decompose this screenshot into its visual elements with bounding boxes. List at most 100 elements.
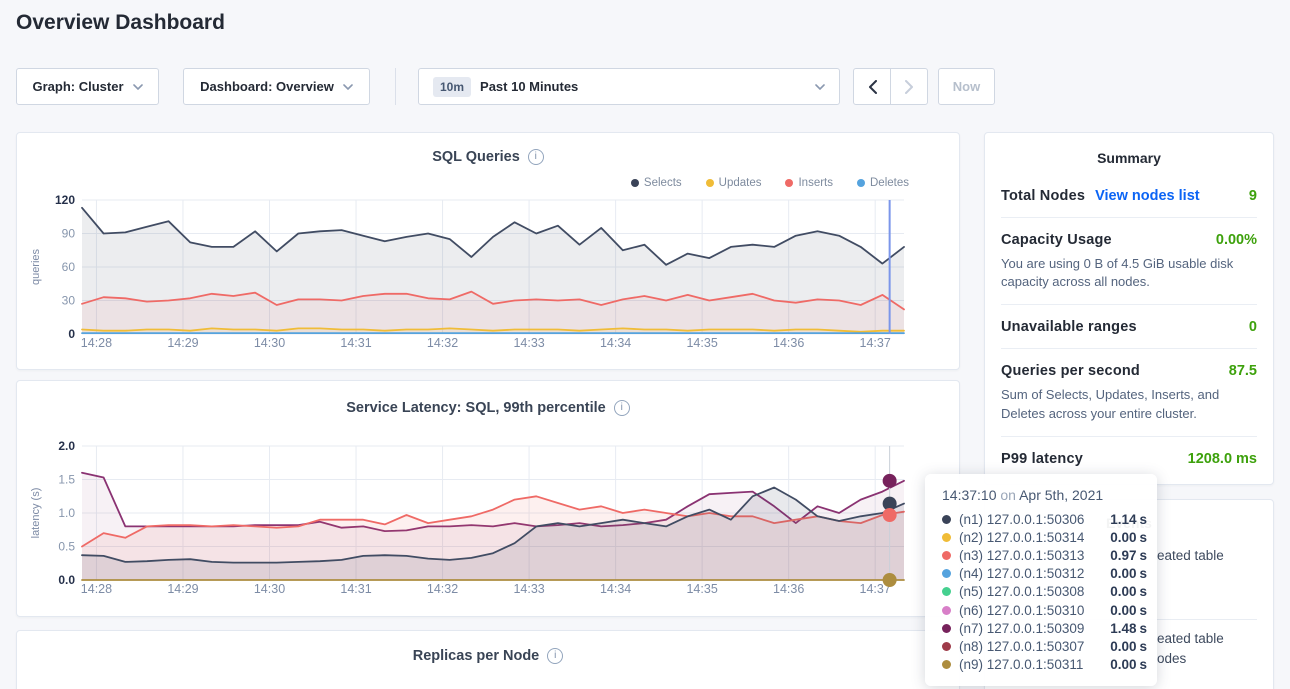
graph-selector-label: Graph: Cluster [32,79,123,94]
overview-dashboard-page: Overview Dashboard Graph: Cluster Dashbo… [0,0,1290,689]
sql-queries-chart[interactable]: 030609012014:2814:2914:3014:3114:3214:33… [17,195,961,355]
svg-text:0.5: 0.5 [58,540,75,554]
node-dot-icon [942,660,951,669]
controls-divider [395,68,396,105]
unavailable-ranges-value: 0 [1249,319,1257,335]
time-window-dropdown[interactable]: 10m Past 10 Minutes [418,68,840,105]
node-dot-icon [942,551,951,560]
svg-text:14:33: 14:33 [513,336,544,350]
svg-text:14:35: 14:35 [686,582,717,596]
view-nodes-list-link[interactable]: View nodes list [1095,188,1200,204]
tooltip-row-n3: (n3) 127.0.0.1:503130.97s [942,546,1147,564]
svg-text:60: 60 [62,260,76,274]
chart-hover-tooltip: 14:37:10 on Apr 5th, 2021 (n1) 127.0.0.1… [925,474,1157,686]
now-button[interactable]: Now [938,68,995,105]
svg-text:14:33: 14:33 [513,582,544,596]
updates-dot-icon [706,179,714,187]
time-window-badge: 10m [433,77,471,97]
svg-text:14:37: 14:37 [860,336,891,350]
legend-item-updates[interactable]: Updates [706,176,762,190]
summary-row-total-nodes: Total Nodes View nodes list 9 [1001,174,1257,218]
dashboard-selector-label: Dashboard: Overview [200,79,334,94]
inserts-dot-icon [785,179,793,187]
time-prev-button[interactable] [853,68,891,105]
selects-dot-icon [631,179,639,187]
chart-title: Replicas per Node [413,648,540,664]
chevron-right-icon [905,80,914,94]
summary-row-unavailable-ranges: Unavailable ranges 0 [1001,305,1257,349]
queries-per-second-value: 87.5 [1229,363,1257,379]
dashboard-selector-dropdown[interactable]: Dashboard: Overview [183,68,370,105]
deletes-dot-icon [857,179,865,187]
info-icon[interactable]: i [528,149,544,165]
svg-text:14:30: 14:30 [254,582,285,596]
svg-text:2.0: 2.0 [58,441,75,453]
time-window-label: Past 10 Minutes [480,79,578,94]
svg-text:0: 0 [68,327,75,341]
chevron-left-icon [868,80,877,94]
summary-title: Summary [985,133,1273,174]
summary-row-queries-per-second: Queries per second 87.5 Sum of Selects, … [1001,349,1257,436]
svg-text:30: 30 [62,294,76,308]
tooltip-row-n4: (n4) 127.0.0.1:503120.00s [942,565,1147,583]
tooltip-row-n9: (n9) 127.0.0.1:503110.00s [942,656,1147,674]
node-dot-icon [942,642,951,651]
legend-item-deletes[interactable]: Deletes [857,176,909,190]
svg-text:latency (s): latency (s) [30,488,42,539]
legend-item-selects[interactable]: Selects [631,176,682,190]
svg-text:14:34: 14:34 [600,582,631,596]
page-title: Overview Dashboard [16,11,225,35]
svg-text:14:28: 14:28 [81,582,112,596]
node-dot-icon [942,515,951,524]
node-dot-icon [942,606,951,615]
total-nodes-value: 9 [1249,188,1257,204]
legend-item-inserts[interactable]: Inserts [785,176,833,190]
svg-text:14:36: 14:36 [773,582,804,596]
node-dot-icon [942,533,951,542]
svg-text:0.0: 0.0 [58,573,75,587]
chevron-down-icon [343,84,353,90]
svg-text:14:35: 14:35 [686,336,717,350]
event-item[interactable]: eated table [1157,631,1224,646]
capacity-usage-value: 0.00% [1216,232,1257,248]
tooltip-row-n5: (n5) 127.0.0.1:503080.00s [942,583,1147,601]
time-nav-group [853,68,928,105]
chevron-down-icon [815,84,825,90]
svg-text:14:34: 14:34 [600,336,631,350]
service-latency-panel: Service Latency: SQL, 99th percentile i … [16,380,960,617]
p99-latency-value: 1208.0 ms [1188,451,1257,467]
queries-per-second-description: Sum of Selects, Updates, Inserts, and De… [1001,386,1257,422]
info-icon[interactable]: i [614,400,630,416]
svg-text:14:29: 14:29 [167,336,198,350]
tooltip-row-n8: (n8) 127.0.0.1:503070.00s [942,637,1147,655]
svg-text:1.5: 1.5 [58,473,75,487]
tooltip-row-n6: (n6) 127.0.0.1:503100.00s [942,601,1147,619]
time-next-button[interactable] [890,68,928,105]
svg-text:14:32: 14:32 [427,336,458,350]
event-item[interactable]: odes [1157,651,1186,666]
service-latency-chart[interactable]: 0.00.51.01.52.014:2814:2914:3014:3114:32… [17,441,961,601]
svg-text:14:36: 14:36 [773,336,804,350]
svg-text:14:29: 14:29 [167,582,198,596]
event-item[interactable]: eated table [1157,548,1224,563]
chevron-down-icon [133,84,143,90]
sql-queries-legend: Selects Updates Inserts Deletes [17,176,909,190]
chart-title: Service Latency: SQL, 99th percentile [346,400,606,416]
capacity-usage-description: You are using 0 B of 4.5 GiB usable disk… [1001,255,1257,291]
node-dot-icon [942,587,951,596]
node-dot-icon [942,569,951,578]
svg-text:90: 90 [62,227,76,241]
charts-column: SQL Queries i Selects Updates Inserts De… [16,132,960,689]
tooltip-timestamp: 14:37:10 on Apr 5th, 2021 [942,487,1147,503]
graph-selector-dropdown[interactable]: Graph: Cluster [16,68,159,105]
svg-text:14:30: 14:30 [254,336,285,350]
summary-panel: Summary Total Nodes View nodes list 9 Ca… [984,132,1274,485]
svg-text:1.0: 1.0 [58,506,75,520]
replicas-per-node-panel: Replicas per Node i [16,630,960,689]
svg-text:14:31: 14:31 [340,336,371,350]
chart-title: SQL Queries [432,149,520,165]
info-icon[interactable]: i [547,648,563,664]
svg-text:14:32: 14:32 [427,582,458,596]
tooltip-row-n1: (n1) 127.0.0.1:503061.14s [942,510,1147,528]
svg-text:queries: queries [30,248,42,285]
